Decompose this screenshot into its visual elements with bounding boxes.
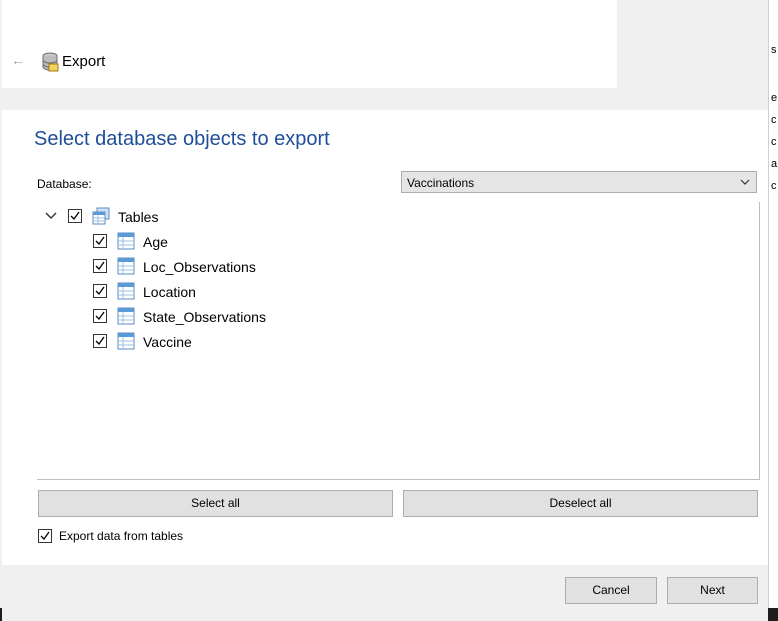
tables-checkbox[interactable] [68,209,82,223]
table-checkbox[interactable] [93,284,107,298]
dialog-header: ← Export [2,0,617,88]
dialog-title: Export [62,53,106,70]
table-label: Loc_Observations [143,259,256,275]
background-text: c [771,136,777,148]
object-tree[interactable]: Tables Age Loc_Observations Location Sta… [37,202,760,480]
chevron-down-icon [740,179,750,185]
table-label: State_Observations [143,309,266,325]
table-icon [117,307,135,325]
table-icon [117,232,135,250]
table-label: Age [143,234,168,250]
background-text: c [771,114,777,126]
database-select[interactable]: Vaccinations [401,171,757,193]
background-text: a [771,158,778,170]
export-data-label: Export data from tables [59,529,184,543]
table-checkbox[interactable] [93,259,107,273]
dialog-content: Select database objects to export Databa… [2,110,768,565]
cancel-button[interactable]: Cancel [565,577,657,604]
export-data-checkbox[interactable] [38,529,52,543]
database-icon [42,52,59,72]
background-text: s [771,44,777,56]
table-label: Location [143,284,196,300]
table-icon [117,282,135,300]
next-button[interactable]: Next [667,577,758,604]
table-checkbox[interactable] [93,309,107,323]
tables-folder-icon [92,207,110,225]
background-window-edge: s e c c a c [768,0,778,621]
database-label: Database: [37,177,92,191]
table-checkbox[interactable] [93,334,107,348]
table-icon [117,257,135,275]
arrow-left-icon[interactable]: ← [11,52,27,68]
background-text: e [771,92,778,104]
table-label: Vaccine [143,334,192,350]
database-selected-value: Vaccinations [407,176,475,190]
table-icon [117,332,135,350]
background-text: c [771,180,777,192]
page-title: Select database objects to export [34,128,330,150]
export-dialog: ← Export Select database objects to expo… [2,0,768,621]
table-checkbox[interactable] [93,234,107,248]
select-all-button[interactable]: Select all [38,490,393,517]
tree-root-label[interactable]: Tables [118,209,158,225]
deselect-all-button[interactable]: Deselect all [403,490,758,517]
chevron-down-icon[interactable] [44,209,58,223]
